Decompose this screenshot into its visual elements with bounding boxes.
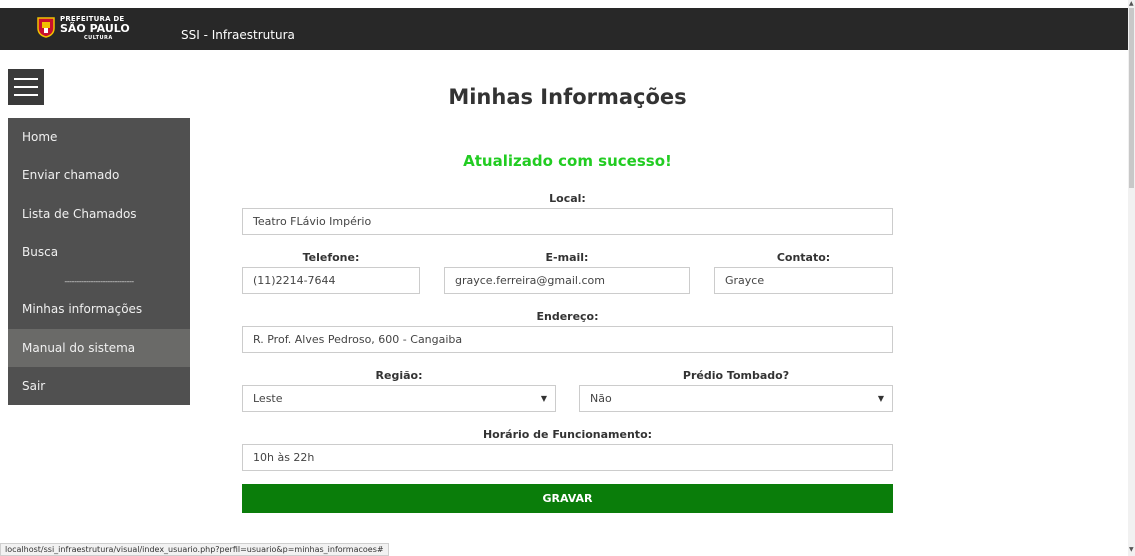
scroll-up-icon[interactable]: ▲ — [1129, 0, 1134, 7]
sidebar-separator: ----------------------------- — [64, 277, 134, 286]
sidebar-item-minhas-informacoes[interactable]: Minhas informações — [8, 290, 190, 328]
menu-icon-bar — [14, 86, 38, 88]
local-input[interactable]: Teatro FLávio Império — [242, 208, 893, 235]
contato-label: Contato: — [776, 251, 831, 264]
telefone-label: Telefone: — [302, 251, 360, 264]
predio-tombado-label: Prédio Tombado? — [682, 369, 790, 382]
top-navbar: PREFEITURA DE SÃO PAULO CULTURA SSI - In… — [0, 8, 1128, 50]
regiao-select[interactable]: Leste ▼ — [242, 385, 556, 412]
email-input[interactable]: grayce.ferreira@gmail.com — [444, 267, 690, 294]
gravar-button[interactable]: GRAVAR — [242, 484, 893, 513]
sidebar-item-home[interactable]: Home — [8, 118, 190, 156]
menu-icon-bar — [14, 78, 38, 80]
chevron-down-icon: ▼ — [877, 394, 884, 403]
chevron-down-icon: ▼ — [540, 394, 547, 403]
success-message: Atualizado com sucesso! — [463, 152, 672, 170]
logo-line2: SÃO PAULO — [60, 22, 130, 35]
status-bar-url: localhost/ssi_infraestrutura/visual/inde… — [0, 543, 389, 556]
app-title[interactable]: SSI - Infraestrutura — [181, 28, 295, 42]
telefone-input[interactable]: (11)2214-7644 — [242, 267, 420, 294]
sidebar: Home Enviar chamado Lista de Chamados Bu… — [8, 118, 190, 405]
predio-tombado-select-value: Não — [590, 392, 612, 405]
local-label: Local: — [549, 192, 586, 205]
prefeitura-logo[interactable]: PREFEITURA DE SÃO PAULO CULTURA — [36, 15, 136, 43]
sidebar-item-manual-do-sistema[interactable]: Manual do sistema — [8, 329, 190, 367]
menu-icon[interactable] — [8, 69, 44, 105]
top-strip — [0, 0, 1135, 8]
predio-tombado-select[interactable]: Não ▼ — [579, 385, 893, 412]
sidebar-item-sair[interactable]: Sair — [8, 367, 190, 405]
page-title: Minhas Informações — [448, 85, 687, 109]
horario-label: Horário de Funcionamento: — [482, 428, 653, 441]
regiao-label: Região: — [375, 369, 423, 382]
scrollbar-thumb[interactable] — [1129, 8, 1134, 188]
menu-icon-bar — [14, 94, 38, 96]
page-scrollbar[interactable]: ▲ ▼ — [1128, 0, 1135, 556]
sidebar-item-busca[interactable]: Busca — [8, 233, 190, 271]
sidebar-item-enviar-chamado[interactable]: Enviar chamado — [8, 156, 190, 194]
sidebar-item-lista-de-chamados[interactable]: Lista de Chamados — [8, 195, 190, 233]
regiao-select-value: Leste — [253, 392, 283, 405]
endereco-label: Endereço: — [536, 310, 599, 323]
horario-input[interactable]: 10h às 22h — [242, 444, 893, 471]
email-label: E-mail: — [545, 251, 589, 264]
scroll-down-icon[interactable]: ▼ — [1129, 546, 1134, 553]
city-crest-icon — [37, 17, 55, 38]
contato-input[interactable]: Grayce — [714, 267, 893, 294]
endereco-input[interactable]: R. Prof. Alves Pedroso, 600 - Cangaiba — [242, 326, 893, 353]
logo-line3: CULTURA — [84, 35, 113, 41]
